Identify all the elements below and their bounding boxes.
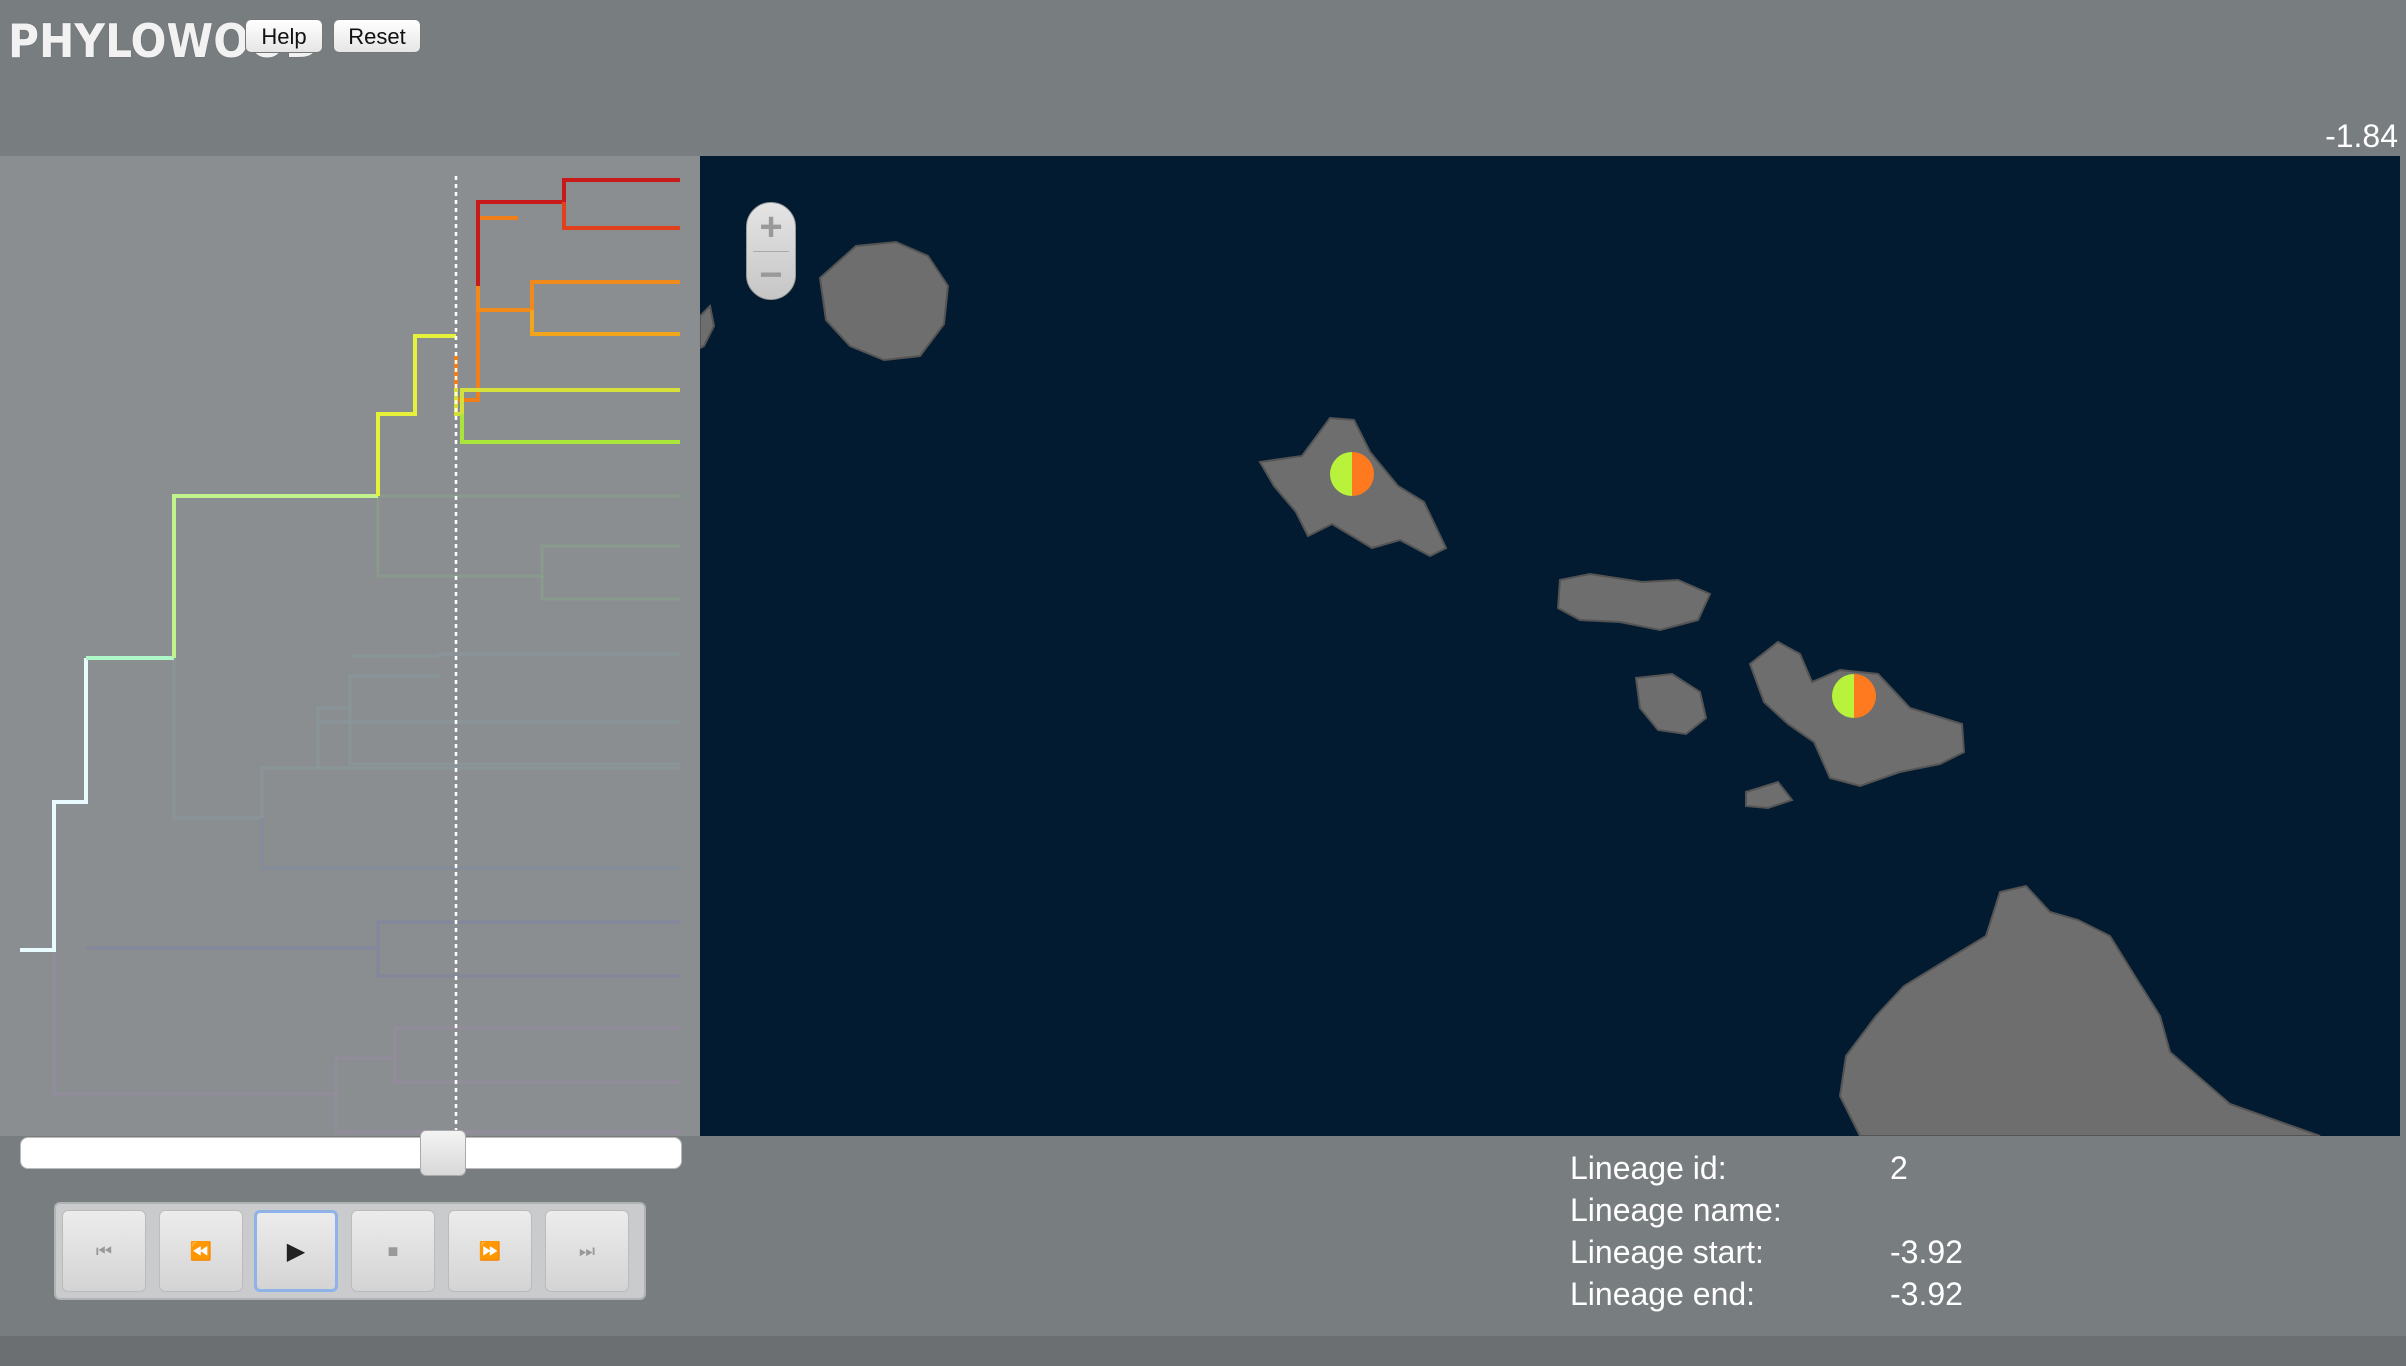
playback-controls: ⏮ ⏪ ▶ ■ ⏩ ⏭ xyxy=(54,1202,646,1300)
skip-to-start-button[interactable]: ⏮ xyxy=(62,1210,146,1292)
tree-branch xyxy=(376,334,456,496)
lineage-name-label: Lineage name: xyxy=(1570,1192,1782,1228)
reset-button[interactable]: Reset xyxy=(333,19,421,53)
top-toolbar: PHYLOWOOD Help Reset -1.84 xyxy=(0,0,2406,156)
skip-to-end-icon: ⏭ xyxy=(578,1240,596,1261)
tree-branch xyxy=(476,178,680,286)
tree-branch xyxy=(376,948,680,978)
tree-branch xyxy=(352,652,680,658)
tree-branch xyxy=(348,708,680,766)
island-hawaii xyxy=(1838,884,2321,1136)
skip-to-start-icon: ⏮ xyxy=(95,1240,113,1261)
play-button[interactable]: ▶ xyxy=(254,1210,338,1292)
lineage-start-label: Lineage start: xyxy=(1570,1234,1764,1270)
lineage-end-value: -3.92 xyxy=(1890,1276,1963,1312)
skip-to-end-button[interactable]: ⏭ xyxy=(545,1210,629,1292)
tree-branch xyxy=(530,310,680,336)
tree-branch xyxy=(334,1094,680,1134)
lineage-marker-oahu xyxy=(1330,452,1374,496)
tree-branch xyxy=(260,818,680,870)
island-lanai xyxy=(1634,672,1708,736)
rewind-icon: ⏪ xyxy=(189,1240,213,1261)
island-kauai xyxy=(818,240,950,362)
tree-branch xyxy=(460,414,680,444)
lineage-end-label: Lineage end: xyxy=(1570,1276,1756,1312)
help-button[interactable]: Help xyxy=(245,19,323,53)
tree-branch xyxy=(454,388,680,416)
tree-branch xyxy=(562,202,680,230)
zoom-in-button[interactable]: + xyxy=(747,203,795,251)
lineage-name-row: Lineage name: xyxy=(1570,1192,2170,1234)
lineage-id-label: Lineage id: xyxy=(1570,1150,1727,1186)
lineage-start-value: -3.92 xyxy=(1890,1234,1963,1270)
tree-branch xyxy=(172,494,378,658)
island-niihau xyxy=(700,303,716,350)
tree-branch xyxy=(52,948,680,1096)
map-canvas[interactable] xyxy=(700,156,2400,1136)
tree-branch xyxy=(316,720,680,768)
lineage-end-row: Lineage end: -3.92 xyxy=(1570,1276,2170,1318)
rewind-button[interactable]: ⏪ xyxy=(159,1210,243,1292)
lineage-id-row: Lineage id: 2 xyxy=(1570,1150,2170,1192)
play-icon: ▶ xyxy=(286,1237,306,1265)
stop-button[interactable]: ■ xyxy=(351,1210,435,1292)
tree-branch xyxy=(393,1058,680,1084)
time-readout: -1.84 xyxy=(2325,118,2398,154)
footer-bar xyxy=(0,1336,2406,1366)
tree-branch-root xyxy=(20,658,88,952)
stop-icon: ■ xyxy=(387,1240,399,1261)
lineage-id-value: 2 xyxy=(1890,1150,1908,1186)
fast-forward-icon: ⏩ xyxy=(478,1240,502,1261)
tree-branch xyxy=(316,674,440,722)
tree-branch xyxy=(86,920,680,950)
time-slider[interactable] xyxy=(20,1130,682,1176)
zoom-control: + − xyxy=(746,202,796,300)
lineage-start-row: Lineage start: -3.92 xyxy=(1570,1234,2170,1276)
tree-branch xyxy=(476,280,680,312)
zoom-out-button[interactable]: − xyxy=(747,251,795,299)
tree-branch xyxy=(540,576,680,601)
fast-forward-button[interactable]: ⏩ xyxy=(448,1210,532,1292)
island-molokai xyxy=(1556,572,1712,632)
lineage-marker-maui xyxy=(1832,674,1876,718)
tree-branch xyxy=(172,656,680,820)
time-slider-thumb[interactable] xyxy=(420,1130,466,1176)
map-view[interactable]: + − xyxy=(700,156,2400,1136)
tree-branch xyxy=(376,496,680,578)
island-kahoolawe xyxy=(1745,780,1794,810)
phylogeny-tree[interactable] xyxy=(0,156,700,1136)
